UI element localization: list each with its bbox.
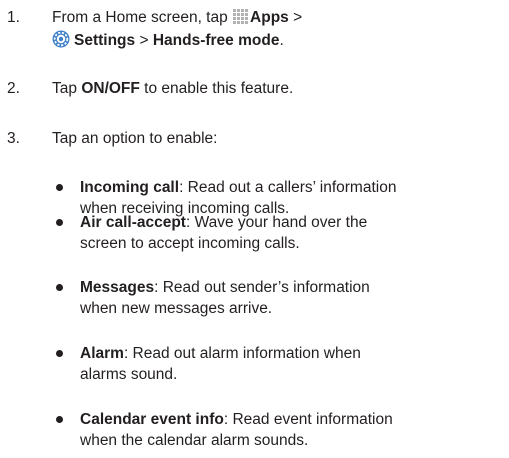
hands-free-label: Hands-free mode — [152, 32, 280, 49]
option-name: Messages — [80, 279, 155, 296]
on-off-label: ON/OFF — [81, 80, 140, 97]
step-text: Tap an option to enable: — [52, 130, 218, 147]
option-name: Calendar event info — [80, 411, 224, 428]
option-name: Air call-accept — [80, 214, 186, 231]
step-text: Tap ON/OFF to enable this feature. — [52, 80, 294, 97]
step-number: 1. — [7, 9, 20, 26]
step-number: 3. — [7, 130, 20, 147]
bullet-dot — [56, 184, 63, 191]
option-text: Air call-accept: Wave your hand over the… — [80, 214, 368, 252]
bullet-dot — [56, 416, 63, 423]
option-text: Calendar event info: Read event informat… — [80, 411, 393, 449]
bullet-dot — [56, 350, 63, 357]
option-text: Messages: Read out sender’s information w… — [80, 279, 370, 317]
option-name: Alarm — [80, 345, 124, 362]
bullet-dot — [56, 219, 63, 226]
option-name: Incoming call — [80, 179, 180, 196]
apps-label: Apps — [250, 9, 289, 26]
option-text: Alarm: Read out alarm information when al… — [80, 345, 361, 383]
settings-gear-icon — [52, 30, 70, 54]
step-number: 2. — [7, 80, 20, 97]
step-text: From a Home screen, tap Apps > Settings … — [52, 7, 302, 54]
bullet-dot — [56, 284, 63, 291]
apps-grid-icon — [233, 9, 249, 30]
settings-label: Settings — [74, 32, 136, 49]
